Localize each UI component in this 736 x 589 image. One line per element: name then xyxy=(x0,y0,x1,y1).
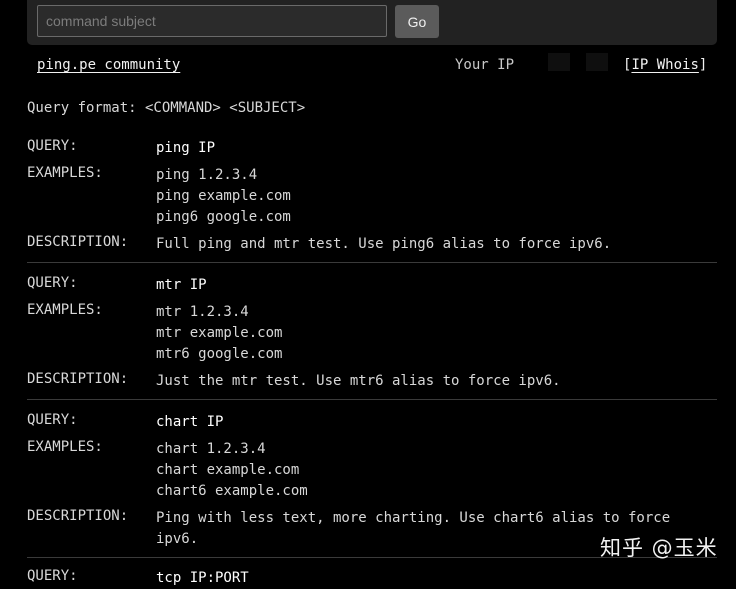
description-label: DESCRIPTION: xyxy=(27,508,129,524)
query-value: mtr IP xyxy=(156,277,207,293)
description-text: Ping with less text, more charting. Use … xyxy=(156,508,670,550)
ip-address-value xyxy=(548,53,608,71)
description-line: Full ping and mtr test. Use ping6 alias … xyxy=(156,236,612,252)
go-button[interactable]: Go xyxy=(395,5,439,38)
divider xyxy=(27,262,717,263)
examples-list: mtr 1.2.3.4 mtr example.com mtr6 google.… xyxy=(156,302,282,365)
your-ip-label: Your IP xyxy=(455,57,515,73)
example-item: mtr 1.2.3.4 xyxy=(156,304,249,320)
example-item: chart example.com xyxy=(156,462,300,478)
ip-whois-link[interactable]: IP Whois xyxy=(631,57,698,73)
command-input[interactable] xyxy=(37,5,387,37)
examples-label: EXAMPLES: xyxy=(27,439,103,455)
example-item: ping 1.2.3.4 xyxy=(156,167,258,183)
examples-label: EXAMPLES: xyxy=(27,302,103,318)
example-item: ping6 google.com xyxy=(156,209,291,225)
example-item: mtr6 google.com xyxy=(156,346,283,362)
watermark-text: 知乎 @玉米 xyxy=(600,536,718,560)
query-value: tcp IP:PORT xyxy=(156,570,249,586)
bracket-close: ] xyxy=(698,57,708,73)
query-value: chart IP xyxy=(156,414,224,430)
example-item: chart6 example.com xyxy=(156,483,308,499)
description-label: DESCRIPTION: xyxy=(27,234,129,250)
query-label: QUERY: xyxy=(27,138,78,154)
description-line: ipv6. xyxy=(156,531,199,547)
command-bar: Go xyxy=(27,0,717,45)
query-label: QUERY: xyxy=(27,275,78,291)
description-line: Just the mtr test. Use mtr6 alias to for… xyxy=(156,373,561,389)
community-link[interactable]: ping.pe community xyxy=(37,57,180,73)
example-item: ping example.com xyxy=(156,188,291,204)
example-item: chart 1.2.3.4 xyxy=(156,441,266,457)
description-text: Full ping and mtr test. Use ping6 alias … xyxy=(156,234,611,255)
ip-whois: [IP Whois] xyxy=(623,57,707,73)
divider xyxy=(27,399,717,400)
description-line: Ping with less text, more charting. Use … xyxy=(156,510,671,526)
examples-list: chart 1.2.3.4 chart example.com chart6 e… xyxy=(156,439,308,502)
example-item: mtr example.com xyxy=(156,325,283,341)
examples-list: ping 1.2.3.4 ping example.com ping6 goog… xyxy=(156,165,291,228)
description-label: DESCRIPTION: xyxy=(27,371,129,387)
query-format-text: Query format: <COMMAND> <SUBJECT> xyxy=(27,100,306,116)
description-text: Just the mtr test. Use mtr6 alias to for… xyxy=(156,371,561,392)
query-label: QUERY: xyxy=(27,412,78,428)
examples-label: EXAMPLES: xyxy=(27,165,103,181)
query-label: QUERY: xyxy=(27,568,78,584)
query-value: ping IP xyxy=(156,140,216,156)
